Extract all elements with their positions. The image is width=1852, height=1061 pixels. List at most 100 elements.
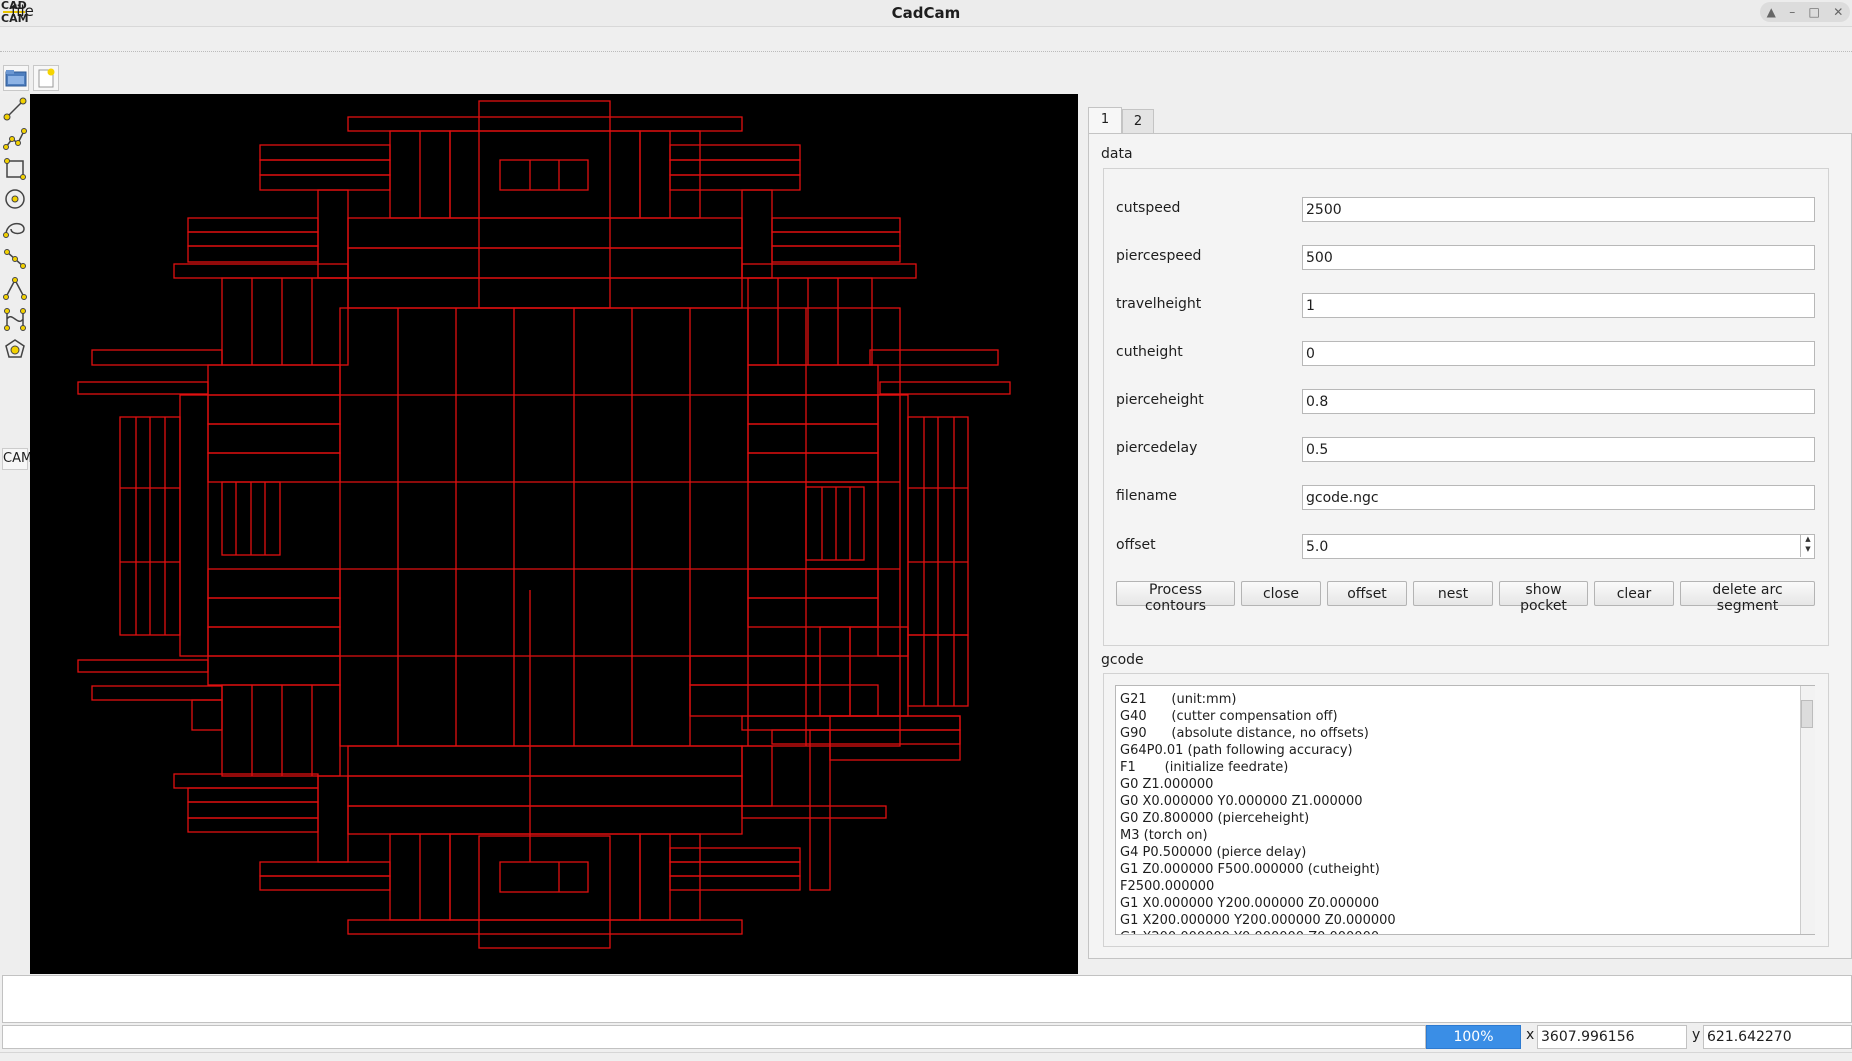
show-pocket-button[interactable]: show pocket bbox=[1499, 581, 1588, 614]
offset-spinbox[interactable] bbox=[1302, 534, 1815, 559]
filename-label: filename bbox=[1116, 488, 1178, 504]
contour bbox=[191, 699, 223, 731]
contour bbox=[207, 597, 341, 628]
maximize-icon[interactable]: □ bbox=[1809, 5, 1820, 19]
offset-button[interactable]: offset bbox=[1327, 581, 1407, 606]
contour bbox=[347, 116, 743, 132]
y-coord-field[interactable]: 621.642270 bbox=[1703, 1025, 1852, 1049]
window-title: CadCam bbox=[891, 4, 961, 22]
contour bbox=[259, 159, 391, 176]
node-tool-icon bbox=[4, 249, 26, 269]
tab-2[interactable]: 2 bbox=[1122, 109, 1154, 133]
data-group-label: data bbox=[1101, 146, 1133, 162]
curve-tool-icon bbox=[4, 308, 26, 331]
contour bbox=[747, 423, 879, 454]
gcode-textarea[interactable]: G21 (unit:mm) G40 (cutter compensation of… bbox=[1115, 685, 1815, 935]
contour bbox=[669, 875, 801, 891]
arc-tool-button[interactable] bbox=[2, 216, 28, 242]
contour bbox=[77, 381, 209, 395]
x-coord-label: x bbox=[1526, 1027, 1535, 1043]
gcode-line: G0 Z0.800000 (pierceheight) bbox=[1120, 811, 1310, 826]
tool-sidebar bbox=[0, 94, 31, 974]
offset-spin-arrows[interactable]: ▲ ▼ bbox=[1800, 534, 1815, 557]
contour bbox=[829, 715, 961, 761]
curve-tool-button[interactable] bbox=[2, 306, 28, 332]
cutspeed-input[interactable] bbox=[1302, 197, 1815, 222]
command-input[interactable] bbox=[2, 1025, 1426, 1049]
polyline-tool-button[interactable] bbox=[2, 126, 28, 152]
node-tool-button[interactable] bbox=[2, 246, 28, 272]
delete-arc-segment-button[interactable]: delete arc segment bbox=[1680, 581, 1815, 614]
contour bbox=[347, 247, 743, 279]
shade-icon[interactable]: ▲ bbox=[1767, 5, 1776, 19]
contour bbox=[347, 217, 743, 249]
open-file-button[interactable] bbox=[3, 65, 29, 91]
x-coord-field[interactable]: 3607.996156 bbox=[1537, 1025, 1687, 1049]
contour bbox=[877, 394, 909, 657]
pierceheight-input[interactable] bbox=[1302, 389, 1815, 414]
contour bbox=[187, 217, 319, 233]
contour bbox=[187, 231, 319, 247]
contour bbox=[207, 423, 341, 454]
contour bbox=[747, 597, 879, 628]
contour bbox=[869, 349, 999, 366]
piercespeed-label: piercespeed bbox=[1116, 248, 1202, 264]
gcode-line: M3 (torch on) bbox=[1120, 828, 1208, 843]
contour bbox=[207, 452, 341, 483]
main-toolbar bbox=[0, 62, 1852, 94]
minimize-icon[interactable]: – bbox=[1789, 5, 1795, 19]
new-file-button[interactable] bbox=[33, 65, 59, 91]
toolbar-separator bbox=[0, 51, 1852, 53]
gcode-line: G90 (absolute distance, no offsets) bbox=[1120, 726, 1369, 741]
gcode-line: F2500.000000 bbox=[1120, 879, 1215, 894]
gcode-line: G40 (cutter compensation off) bbox=[1120, 709, 1338, 724]
bezier-tool-button[interactable] bbox=[2, 276, 28, 302]
console-output[interactable] bbox=[2, 975, 1852, 1023]
contour bbox=[187, 245, 319, 263]
process-contours-button[interactable]: Process contours bbox=[1116, 581, 1235, 614]
cam-button[interactable]: CAM bbox=[2, 448, 32, 470]
close-button[interactable]: close bbox=[1241, 581, 1321, 606]
contour bbox=[347, 919, 743, 935]
contour bbox=[173, 263, 349, 279]
contour bbox=[221, 277, 349, 366]
contour bbox=[478, 100, 611, 309]
tab-1[interactable]: 1 bbox=[1088, 107, 1122, 134]
gcode-line: F1 (initialize feedrate) bbox=[1120, 760, 1289, 775]
piercespeed-input[interactable] bbox=[1302, 245, 1815, 270]
contour bbox=[207, 568, 341, 599]
contour bbox=[91, 685, 223, 701]
gcode-lines: G21 (unit:mm) G40 (cutter compensation of… bbox=[1120, 691, 1396, 934]
contour bbox=[669, 847, 801, 863]
drawing-canvas[interactable] bbox=[30, 94, 1078, 974]
contour bbox=[669, 144, 801, 161]
contours-drawing bbox=[77, 100, 1011, 949]
piercedelay-input[interactable] bbox=[1302, 437, 1815, 462]
filename-input[interactable] bbox=[1302, 485, 1815, 510]
circle-tool-button[interactable] bbox=[2, 186, 28, 212]
contour bbox=[809, 729, 831, 891]
contour bbox=[771, 217, 901, 233]
cutspeed-label: cutspeed bbox=[1116, 200, 1181, 216]
contour bbox=[747, 452, 879, 483]
close-icon[interactable]: ✕ bbox=[1833, 5, 1843, 19]
gcode-line: G4 P0.500000 (pierce delay) bbox=[1120, 845, 1307, 860]
line-tool-button[interactable] bbox=[2, 96, 28, 122]
travelheight-input[interactable] bbox=[1302, 293, 1815, 318]
pierceheight-label: pierceheight bbox=[1116, 392, 1204, 408]
zoom-progress: 100% bbox=[1426, 1025, 1521, 1049]
contour bbox=[347, 775, 743, 807]
polygon-tool-button[interactable] bbox=[2, 336, 28, 362]
contour bbox=[747, 364, 879, 396]
nest-button[interactable]: nest bbox=[1413, 581, 1493, 606]
gcode-group-label: gcode bbox=[1101, 652, 1144, 668]
gcode-scrollbar-thumb[interactable] bbox=[1801, 700, 1813, 728]
menu-file[interactable]: file bbox=[11, 2, 34, 20]
clear-button[interactable]: clear bbox=[1594, 581, 1674, 606]
contour bbox=[207, 626, 341, 657]
contour bbox=[347, 745, 743, 777]
rectangle-tool-button[interactable] bbox=[2, 156, 28, 182]
cutheight-input[interactable] bbox=[1302, 341, 1815, 366]
contour bbox=[669, 174, 801, 191]
y-coord-label: y bbox=[1692, 1027, 1701, 1043]
